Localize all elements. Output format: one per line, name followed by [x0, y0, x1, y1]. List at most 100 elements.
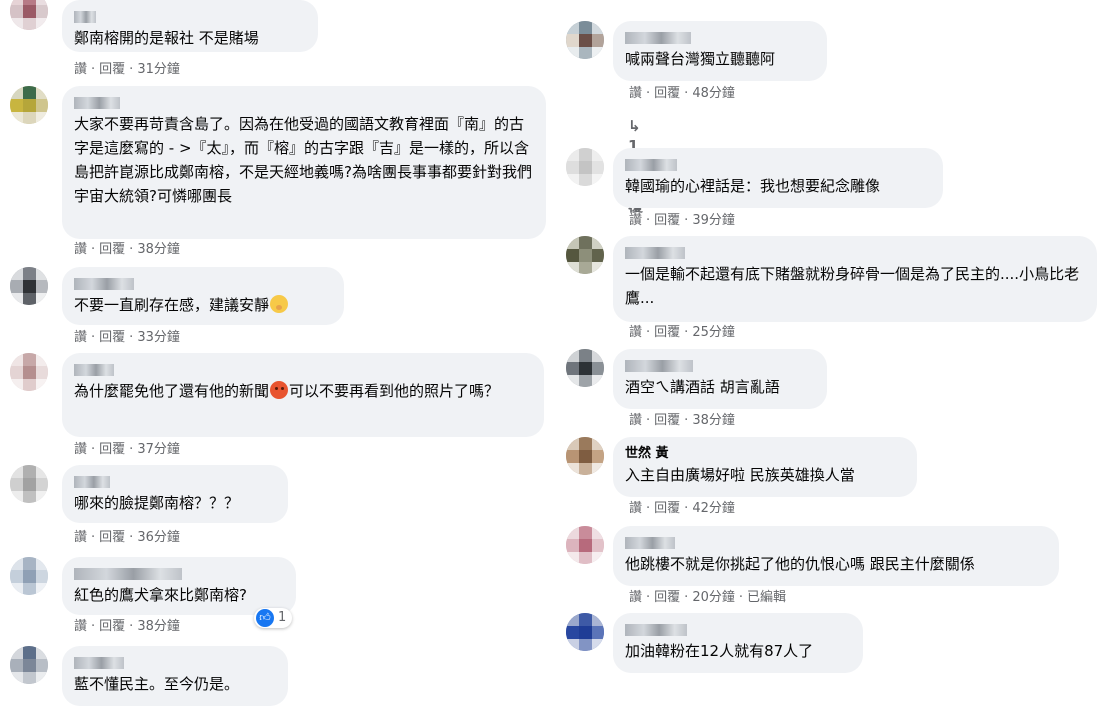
commenter-name[interactable]: [625, 29, 815, 46]
commenter-name[interactable]: [74, 275, 332, 292]
timestamp[interactable]: 37分鐘: [137, 442, 180, 457]
reply-button[interactable]: 回覆: [99, 619, 125, 634]
commenter-name[interactable]: [625, 156, 931, 173]
reply-button[interactable]: 回覆: [654, 501, 680, 516]
separator: ·: [684, 213, 689, 228]
like-button[interactable]: 讚: [629, 590, 642, 605]
commenter-name[interactable]: [74, 361, 532, 378]
like-button[interactable]: 讚: [74, 242, 87, 257]
comment-actions: 讚 · 回覆 · 20分鐘 · 已編輯: [629, 590, 786, 606]
avatar[interactable]: [566, 349, 604, 387]
comment-bubble: 酒空ㄟ講酒話 胡言亂語: [613, 349, 827, 409]
separator: ·: [91, 242, 96, 257]
timestamp[interactable]: 38分鐘: [137, 619, 180, 634]
avatar[interactable]: [566, 21, 604, 59]
comment-actions: 讚 · 回覆 · 33分鐘: [74, 330, 180, 346]
commenter-name[interactable]: [74, 473, 276, 490]
comment-actions: 讚 · 回覆 · 42分鐘: [629, 501, 735, 517]
commenter-name[interactable]: [74, 8, 306, 25]
avatar[interactable]: [566, 437, 604, 475]
comment-actions: 讚 · 回覆 · 38分鐘: [74, 619, 180, 635]
commenter-name[interactable]: [625, 244, 1085, 261]
reply-arrow-icon: ↳: [628, 117, 641, 135]
separator: ·: [684, 590, 689, 605]
separator: ·: [129, 242, 134, 257]
separator: ·: [91, 619, 96, 634]
comment-text: 不要一直刷存在感，建議安靜: [74, 293, 332, 317]
reaction-summary[interactable]: 👍︎ 1: [254, 608, 293, 628]
timestamp[interactable]: 48分鐘: [692, 86, 735, 101]
timestamp[interactable]: 25分鐘: [692, 325, 735, 340]
separator: ·: [129, 62, 134, 77]
comment-actions: 讚 · 回覆 · 39分鐘: [629, 213, 735, 229]
reply-button[interactable]: 回覆: [99, 442, 125, 457]
timestamp[interactable]: 39分鐘: [692, 213, 735, 228]
timestamp[interactable]: 38分鐘: [137, 242, 180, 257]
reply-button[interactable]: 回覆: [654, 86, 680, 101]
commenter-name[interactable]: [625, 534, 1047, 551]
comment-text: 哪來的臉提鄭南榕？？？: [74, 494, 240, 512]
separator: ·: [91, 330, 96, 345]
like-button[interactable]: 讚: [629, 325, 642, 340]
comment-text: 入主自由廣場好啦 民族英雄換人當: [625, 466, 855, 484]
comment-bubble: 世然 黃 入主自由廣場好啦 民族英雄換人當: [613, 437, 917, 497]
timestamp[interactable]: 42分鐘: [692, 501, 735, 516]
reply-button[interactable]: 回覆: [99, 62, 125, 77]
like-button[interactable]: 讚: [74, 530, 87, 545]
reply-button[interactable]: 回覆: [654, 325, 680, 340]
reply-button[interactable]: 回覆: [654, 413, 680, 428]
avatar[interactable]: [566, 236, 604, 274]
commenter-name[interactable]: 世然 黃: [625, 445, 905, 462]
comment-actions: 讚 · 回覆 · 31分鐘: [74, 62, 180, 78]
like-button[interactable]: 讚: [629, 86, 642, 101]
reply-button[interactable]: 回覆: [654, 213, 680, 228]
reply-button[interactable]: 回覆: [99, 330, 125, 345]
comment-text: 鄭南榕開的是報社 不是賭場: [74, 29, 259, 47]
separator: ·: [684, 325, 689, 340]
commenter-name[interactable]: [74, 654, 276, 671]
comment-bubble: 藍不懂民主。至今仍是。: [62, 646, 288, 706]
avatar[interactable]: [10, 0, 48, 30]
like-button[interactable]: 讚: [74, 619, 87, 634]
comment-bubble: 鄭南榕開的是報社 不是賭場: [62, 0, 318, 52]
timestamp[interactable]: 20分鐘: [692, 590, 735, 605]
comment-bubble: 大家不要再苛責含島了。因為在他受過的國語文教育裡面『南』的古字是這麼寫的 - >…: [62, 86, 546, 239]
avatar[interactable]: [10, 86, 48, 124]
avatar[interactable]: [10, 267, 48, 305]
shushing-face-emoji-icon: [270, 295, 289, 313]
commenter-name[interactable]: [74, 94, 534, 111]
timestamp[interactable]: 33分鐘: [137, 330, 180, 345]
avatar[interactable]: [566, 148, 604, 186]
avatar[interactable]: [10, 557, 48, 595]
reply-button[interactable]: 回覆: [654, 590, 680, 605]
comment-text: 他跳樓不就是你挑起了他的仇恨心嗎 跟民主什麼關係: [625, 555, 975, 573]
reply-button[interactable]: 回覆: [99, 242, 125, 257]
avatar[interactable]: [10, 353, 48, 391]
like-button[interactable]: 讚: [629, 213, 642, 228]
separator: ·: [646, 590, 651, 605]
avatar[interactable]: [10, 465, 48, 503]
comment-text: 喊兩聲台灣獨立聽聽阿: [625, 50, 776, 68]
like-button[interactable]: 讚: [629, 413, 642, 428]
reply-button[interactable]: 回覆: [99, 530, 125, 545]
avatar[interactable]: [566, 526, 604, 564]
avatar[interactable]: [10, 646, 48, 684]
like-button[interactable]: 讚: [74, 330, 87, 345]
comment-actions: 讚 · 回覆 · 36分鐘: [74, 530, 180, 546]
separator: ·: [129, 530, 134, 545]
comment-bubble: 加油韓粉在12人就有87人了: [613, 613, 863, 673]
commenter-name[interactable]: [625, 357, 815, 374]
comment-bubble: 一個是輸不起還有底下賭盤就粉身碎骨一個是為了民主的....小鳥比老鷹...: [613, 236, 1097, 322]
timestamp[interactable]: 36分鐘: [137, 530, 180, 545]
timestamp[interactable]: 38分鐘: [692, 413, 735, 428]
like-button[interactable]: 讚: [74, 442, 87, 457]
separator: ·: [738, 590, 743, 605]
avatar[interactable]: [566, 613, 604, 651]
like-button[interactable]: 讚: [629, 501, 642, 516]
commenter-name[interactable]: [74, 565, 284, 582]
timestamp[interactable]: 31分鐘: [137, 62, 180, 77]
commenter-name[interactable]: [625, 621, 851, 638]
separator: ·: [646, 501, 651, 516]
like-button[interactable]: 讚: [74, 62, 87, 77]
separator: ·: [646, 325, 651, 340]
